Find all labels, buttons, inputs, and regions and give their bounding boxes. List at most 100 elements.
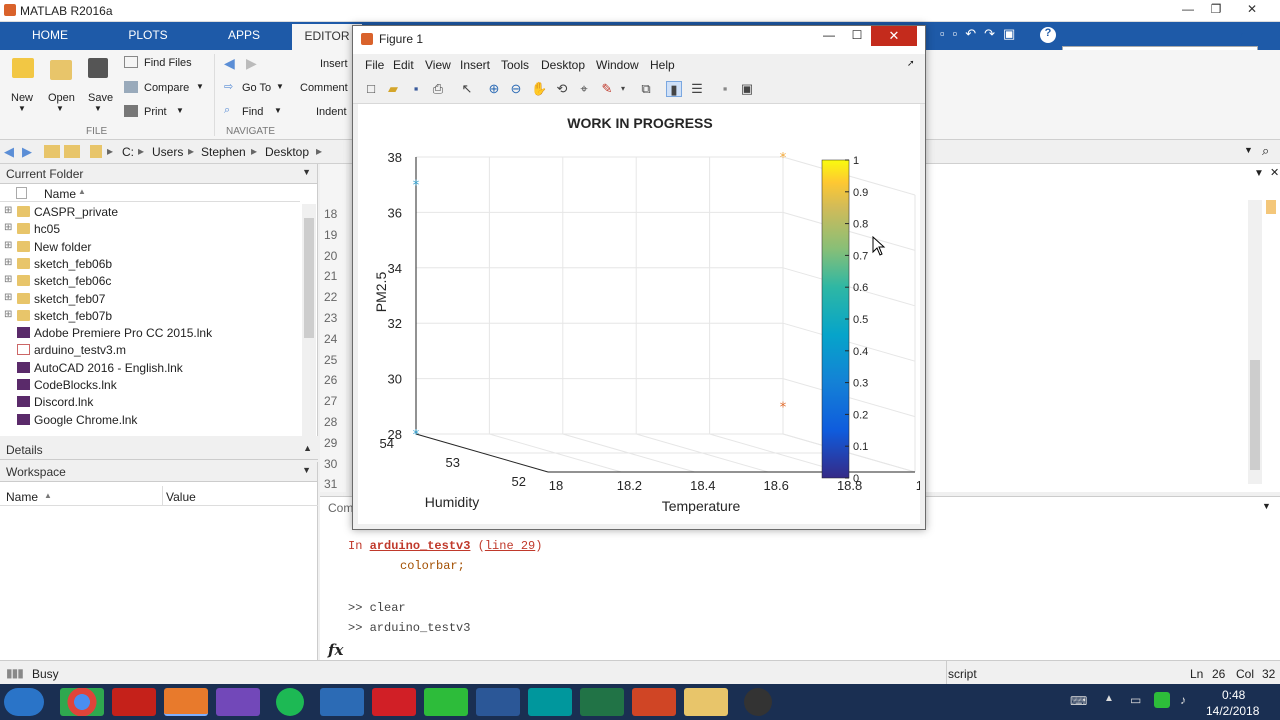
expand-icon[interactable]: ⊞ <box>4 309 12 320</box>
dock-arrow-icon[interactable]: ➚ <box>907 58 915 69</box>
menu-tools[interactable]: Tools <box>501 58 529 72</box>
edit-plot-icon[interactable]: ↖ <box>459 81 475 97</box>
scrollbar[interactable] <box>302 204 316 436</box>
menu-desktop[interactable]: Desktop <box>541 58 585 72</box>
chevron-down-icon[interactable]: ▼ <box>18 104 26 113</box>
print-button[interactable]: Print <box>144 106 167 118</box>
close-icon[interactable]: ✕ <box>1270 166 1279 179</box>
chevron-down-icon[interactable]: ▼ <box>274 106 282 115</box>
back-arrow-icon[interactable]: ◀ <box>224 55 235 72</box>
back-arrow-icon[interactable]: ◀ <box>4 144 14 160</box>
menu-help[interactable]: Help <box>650 58 675 72</box>
arduino-icon[interactable] <box>528 688 572 716</box>
colorbar-toggle-icon[interactable]: ▮ <box>666 81 682 97</box>
list-item[interactable]: ⊞ CASPR_private <box>0 204 300 221</box>
chevron-down-icon[interactable]: ▾ <box>615 81 631 97</box>
link-plot-icon[interactable]: ⧉ <box>638 81 654 97</box>
error-line-link[interactable]: line 29 <box>485 539 535 553</box>
breadcrumb-c[interactable]: C: <box>122 145 134 159</box>
line-app-icon[interactable] <box>424 688 468 716</box>
details-header[interactable]: Details ▲ <box>0 440 318 460</box>
chevron-down-icon[interactable]: ▼ <box>302 167 311 177</box>
tab-apps[interactable]: APPS <box>214 28 274 42</box>
network-icon[interactable]: ▭ <box>1130 693 1141 707</box>
forward-arrow-icon[interactable]: ▶ <box>246 55 257 72</box>
pan-icon[interactable]: ✋ <box>531 81 547 97</box>
obs-icon[interactable] <box>744 688 772 716</box>
chevron-down-icon[interactable]: ▼ <box>1244 145 1253 155</box>
error-file-link[interactable]: arduino_testv3 <box>370 539 471 553</box>
minimize-icon[interactable]: — <box>815 28 843 46</box>
compare-button[interactable]: Compare <box>144 82 189 94</box>
acrobat-icon[interactable] <box>112 688 156 716</box>
expand-icon[interactable]: ⊞ <box>4 222 12 233</box>
insert-button[interactable]: Insert <box>320 58 348 70</box>
minimize-icon[interactable]: — <box>1174 2 1202 16</box>
expand-icon[interactable]: ⊞ <box>4 257 12 268</box>
list-item[interactable]: ⊞ sketch_feb07 <box>0 291 300 308</box>
excel-icon[interactable] <box>580 688 624 716</box>
chevron-down-icon[interactable]: ▼ <box>302 465 311 475</box>
chevron-down-icon[interactable]: ▼ <box>1262 501 1271 511</box>
list-item[interactable]: arduino_testv3.m <box>0 342 300 359</box>
breadcrumb-stephen[interactable]: Stephen <box>201 145 246 159</box>
chevron-down-icon[interactable]: ▼ <box>276 82 284 91</box>
hide-plot-tools-icon[interactable]: ▪ <box>717 81 733 97</box>
save-figure-icon[interactable]: ▪ <box>408 81 424 97</box>
chart-3d-scatter[interactable]: 2830323436385253541818.218.418.618.819WO… <box>358 104 930 524</box>
clock-time[interactable]: 0:48 <box>1222 688 1245 702</box>
list-item[interactable]: ⊞ sketch_feb06b <box>0 256 300 273</box>
data-cursor-icon[interactable]: ⌖ <box>576 81 592 97</box>
print-figure-icon[interactable]: ⎙ <box>430 81 446 97</box>
column-header[interactable]: Name ▲ <box>0 184 300 202</box>
brush-icon[interactable]: ✎ <box>599 81 615 97</box>
maximize-icon[interactable]: ☐ <box>843 28 871 46</box>
expand-icon[interactable]: ⊞ <box>4 205 12 216</box>
scrollbar[interactable] <box>1248 200 1262 484</box>
column-name[interactable]: Name <box>44 187 76 201</box>
list-item[interactable]: CodeBlocks.lnk <box>0 377 300 394</box>
powerpoint-icon[interactable] <box>632 688 676 716</box>
breadcrumb-users[interactable]: Users <box>152 145 183 159</box>
clock-date[interactable]: 14/2/2018 <box>1206 704 1259 718</box>
list-item[interactable]: Discord.lnk <box>0 394 300 411</box>
visual-studio-icon[interactable] <box>216 688 260 716</box>
column-name[interactable]: Name <box>6 490 38 504</box>
legend-toggle-icon[interactable]: ☰ <box>689 81 705 97</box>
menu-file[interactable]: File <box>365 58 384 72</box>
open-button[interactable]: Open <box>48 92 75 104</box>
list-item[interactable]: ⊞ hc05 <box>0 221 300 238</box>
chevron-down-icon[interactable]: ▼ <box>56 104 64 113</box>
fx-icon[interactable]: fx <box>328 641 343 659</box>
expand-icon[interactable]: ⊞ <box>4 292 12 303</box>
menu-view[interactable]: View <box>425 58 451 72</box>
spotify-icon[interactable] <box>276 688 304 716</box>
up-folder-icon[interactable] <box>44 145 60 158</box>
line-tray-icon[interactable] <box>1154 692 1170 708</box>
list-item[interactable]: ⊞ sketch_feb06c <box>0 273 300 290</box>
keyboard-icon[interactable]: ⌨ <box>1070 694 1087 708</box>
open-file-icon[interactable]: ▰ <box>385 81 401 97</box>
chevron-down-icon[interactable]: ▼ <box>176 106 184 115</box>
zoom-in-icon[interactable]: ⊕ <box>486 81 502 97</box>
file-explorer-icon[interactable] <box>684 688 728 716</box>
menu-edit[interactable]: Edit <box>393 58 414 72</box>
column-value[interactable]: Value <box>166 490 196 504</box>
new-figure-icon[interactable]: □ <box>363 81 379 97</box>
plot-area[interactable]: 2830323436385253541818.218.418.618.819WO… <box>358 104 930 524</box>
chevron-up-icon[interactable]: ▲ <box>303 443 312 453</box>
zoom-out-icon[interactable]: ⊖ <box>508 81 524 97</box>
search-icon[interactable]: ⌕ <box>1240 27 1247 42</box>
matlab-taskbar-icon[interactable] <box>164 688 208 716</box>
chevron-down-icon[interactable]: ▼ <box>1254 168 1264 179</box>
expand-icon[interactable]: ⊞ <box>4 240 12 251</box>
comment-button[interactable]: Comment <box>300 82 348 94</box>
list-item[interactable]: ⊞ New folder <box>0 239 300 256</box>
find-button[interactable]: Find <box>242 106 263 118</box>
search-icon[interactable]: ⌕ <box>1262 143 1269 159</box>
expand-icon[interactable]: ⊞ <box>4 274 12 285</box>
chevron-up-icon[interactable]: ▲ <box>1104 693 1114 704</box>
save-button[interactable]: Save <box>88 92 113 104</box>
close-icon[interactable]: ✕ <box>1238 2 1266 16</box>
forward-arrow-icon[interactable]: ▶ <box>22 144 32 160</box>
